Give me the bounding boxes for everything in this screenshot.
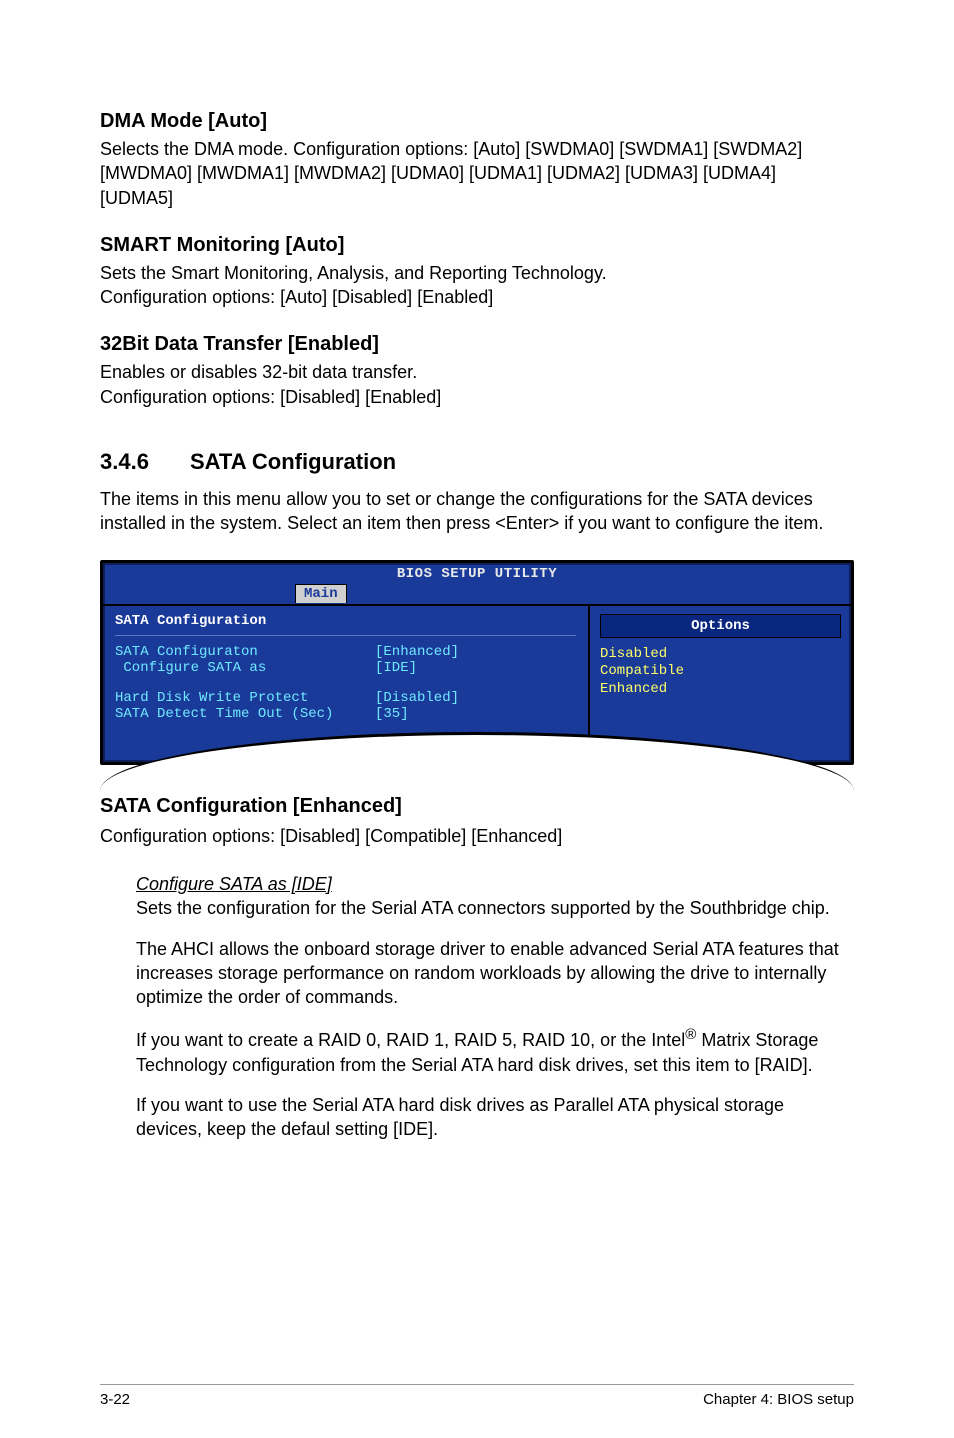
bios-tab-row: Main: [103, 584, 851, 604]
configure-sata-p1: Sets the configuration for the Serial AT…: [136, 898, 830, 918]
bios-row[interactable]: SATA Configuraton [Enhanced]: [115, 644, 576, 660]
page-footer: 3-22 Chapter 4: BIOS setup: [100, 1384, 854, 1408]
bios-row-value: [Enhanced]: [375, 644, 459, 660]
smart-body-line2: Configuration options: [Auto] [Disabled]…: [100, 287, 493, 307]
registered-mark: ®: [685, 1026, 696, 1043]
bios-options-title: Options: [600, 614, 841, 638]
bios-row-value: [Disabled]: [375, 690, 459, 706]
bios-row-label: SATA Configuraton: [115, 644, 375, 660]
bios-right-pane: Options Disabled Compatible Enhanced: [590, 606, 851, 762]
32bit-body: Enables or disables 32-bit data transfer…: [100, 360, 854, 409]
bios-option[interactable]: Compatible: [600, 663, 841, 681]
32bit-heading: 32Bit Data Transfer [Enabled]: [100, 333, 854, 356]
section-heading: 3.4.6 SATA Configuration: [100, 449, 854, 475]
smart-body: Sets the Smart Monitoring, Analysis, and…: [100, 261, 854, 310]
configure-sata-heading: Configure SATA as [IDE]: [136, 874, 332, 894]
bios-panel: BIOS SETUP UTILITY Main SATA Configurati…: [100, 560, 854, 765]
bios-row[interactable]: Configure SATA as [IDE]: [115, 660, 576, 676]
configure-sata-block: Configure SATA as [IDE] Sets the configu…: [136, 872, 854, 1142]
dma-mode-body: Selects the DMA mode. Configuration opti…: [100, 137, 854, 210]
configure-sata-p3: If you want to create a RAID 0, RAID 1, …: [136, 1025, 854, 1077]
32bit-body-line1: Enables or disables 32-bit data transfer…: [100, 362, 417, 382]
dma-mode-heading: DMA Mode [Auto]: [100, 110, 854, 133]
bios-option[interactable]: Disabled: [600, 646, 841, 664]
bios-left-pane: SATA Configuration SATA Configuraton [En…: [103, 606, 590, 762]
smart-body-line1: Sets the Smart Monitoring, Analysis, and…: [100, 263, 607, 283]
section-number: 3.4.6: [100, 449, 190, 475]
bios-body: SATA Configuration SATA Configuraton [En…: [103, 604, 851, 762]
sata-config-heading: SATA Configuration [Enhanced]: [100, 795, 854, 818]
footer-chapter: Chapter 4: BIOS setup: [703, 1391, 854, 1408]
32bit-body-line2: Configuration options: [Disabled] [Enabl…: [100, 387, 441, 407]
bios-title: BIOS SETUP UTILITY: [103, 563, 851, 584]
bios-row-spacer: [115, 676, 576, 690]
bios-left-header: SATA Configuration: [115, 610, 576, 636]
bios-option[interactable]: Enhanced: [600, 681, 841, 699]
section-title: SATA Configuration: [190, 449, 396, 475]
bios-row-label: Hard Disk Write Protect: [115, 690, 375, 706]
configure-sata-para: Configure SATA as [IDE] Sets the configu…: [136, 872, 854, 921]
section-intro: The items in this menu allow you to set …: [100, 487, 854, 536]
smart-heading: SMART Monitoring [Auto]: [100, 234, 854, 257]
bios-row-label: SATA Detect Time Out (Sec): [115, 706, 375, 722]
bios-tab-main[interactable]: Main: [295, 584, 347, 603]
footer-page-number: 3-22: [100, 1391, 130, 1408]
configure-sata-p4: If you want to use the Serial ATA hard d…: [136, 1093, 854, 1142]
bios-screenshot: BIOS SETUP UTILITY Main SATA Configurati…: [100, 560, 854, 765]
p3-part-a: If you want to create a RAID 0, RAID 1, …: [136, 1030, 685, 1050]
bios-row[interactable]: Hard Disk Write Protect [Disabled]: [115, 690, 576, 706]
configure-sata-p2: The AHCI allows the onboard storage driv…: [136, 937, 854, 1010]
bios-row-label: Configure SATA as: [115, 660, 375, 676]
bios-row-value: [35]: [375, 706, 409, 722]
bios-row[interactable]: SATA Detect Time Out (Sec) [35]: [115, 706, 576, 722]
sata-config-body: Configuration options: [Disabled] [Compa…: [100, 824, 854, 848]
bios-row-value: [IDE]: [375, 660, 417, 676]
